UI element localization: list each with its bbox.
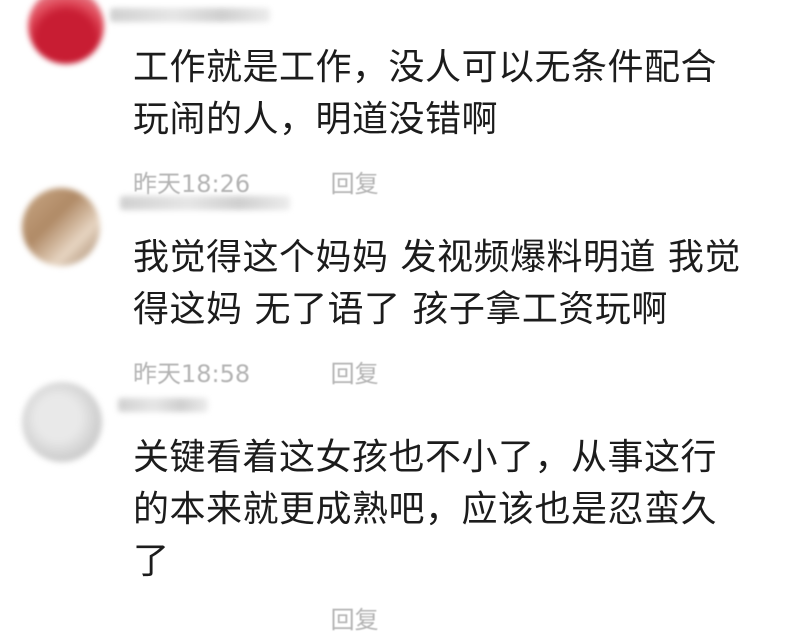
comment-text-line: 得这妈 无了语了 孩子拿工资玩啊 xyxy=(133,289,668,330)
avatar[interactable] xyxy=(22,188,100,266)
comment-time: 昨天18:26 xyxy=(133,170,251,198)
reply-button[interactable]: 回复 xyxy=(331,164,379,199)
comment-meta: 昨天18:26 回复 xyxy=(133,164,379,199)
comment-text-line: 我觉得这个妈妈 发视频爆料明道 我觉 xyxy=(133,237,741,278)
comment-text-line: 的本来就更成熟吧，应该也是忍蛮久 xyxy=(133,489,718,530)
username-blurred[interactable] xyxy=(118,398,208,412)
comment-text-line: 玩闹的人，明道没错啊 xyxy=(133,99,499,140)
comment-meta: 昨天18:58 回复 xyxy=(133,354,379,389)
comment-time: 昨天18:58 xyxy=(133,360,251,388)
username-blurred[interactable] xyxy=(120,196,290,210)
comment-text-line: 工作就是工作，没人可以无条件配合 xyxy=(133,47,718,88)
username-blurred[interactable] xyxy=(110,8,270,22)
avatar[interactable] xyxy=(28,0,104,64)
reply-button[interactable]: 回复 xyxy=(331,354,379,389)
comment-text: 我觉得这个妈妈 发视频爆料明道 我觉 得这妈 无了语了 孩子拿工资玩啊 xyxy=(133,232,773,336)
comment-text: 关键看着这女孩也不小了，从事这行 的本来就更成熟吧，应该也是忍蛮久 了 xyxy=(133,432,773,588)
comment-text-line: 了 xyxy=(133,541,170,582)
avatar[interactable] xyxy=(22,382,102,462)
comment-text: 工作就是工作，没人可以无条件配合 玩闹的人，明道没错啊 xyxy=(133,42,773,146)
comment-text-line: 关键看着这女孩也不小了，从事这行 xyxy=(133,437,718,478)
